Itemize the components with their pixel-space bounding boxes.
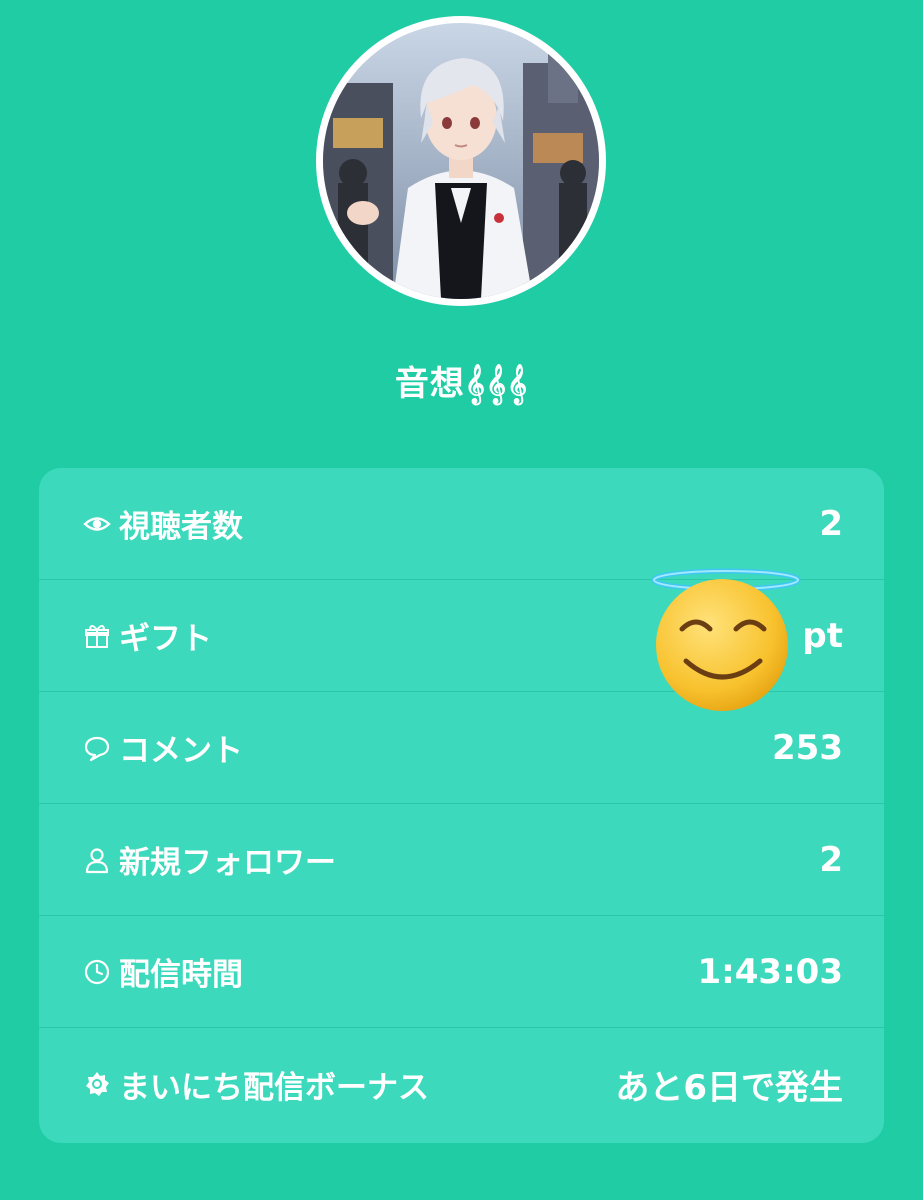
stat-label: 新規フォロワー [119,845,336,881]
stat-row-viewers: 視聴者数 2 [39,468,884,580]
stat-label: まいにち配信ボーナス [119,1069,429,1106]
sun-icon [83,1070,111,1098]
clock-icon [83,958,111,986]
gift-icon [83,622,111,650]
stat-value: あと6日で発生 [615,1067,843,1108]
stat-value: 2 [819,839,843,880]
stat-label: 配信時間 [119,957,243,993]
stat-value: 253 [772,727,843,768]
stat-value: 1:43:03 [697,951,843,992]
stat-label: コメント [119,733,243,769]
username: 音想𝄞𝄞𝄞 [394,364,529,404]
stat-row-daily-bonus[interactable]: まいにち配信ボーナス あと6日で発生 [39,1028,884,1140]
person-icon [83,846,111,874]
stat-row-stream-time: 配信時間 1:43:03 [39,916,884,1028]
stat-row-new-followers: 新規フォロワー 2 [39,804,884,916]
comment-icon [83,734,111,762]
eye-icon [83,510,111,538]
stat-label: 視聴者数 [119,509,243,545]
avatar-image [323,23,599,299]
halo-smile-emoji-icon [651,568,801,711]
stat-value: 2 [819,503,843,544]
stat-value: pt [802,615,843,656]
profile-avatar[interactable] [316,16,606,306]
